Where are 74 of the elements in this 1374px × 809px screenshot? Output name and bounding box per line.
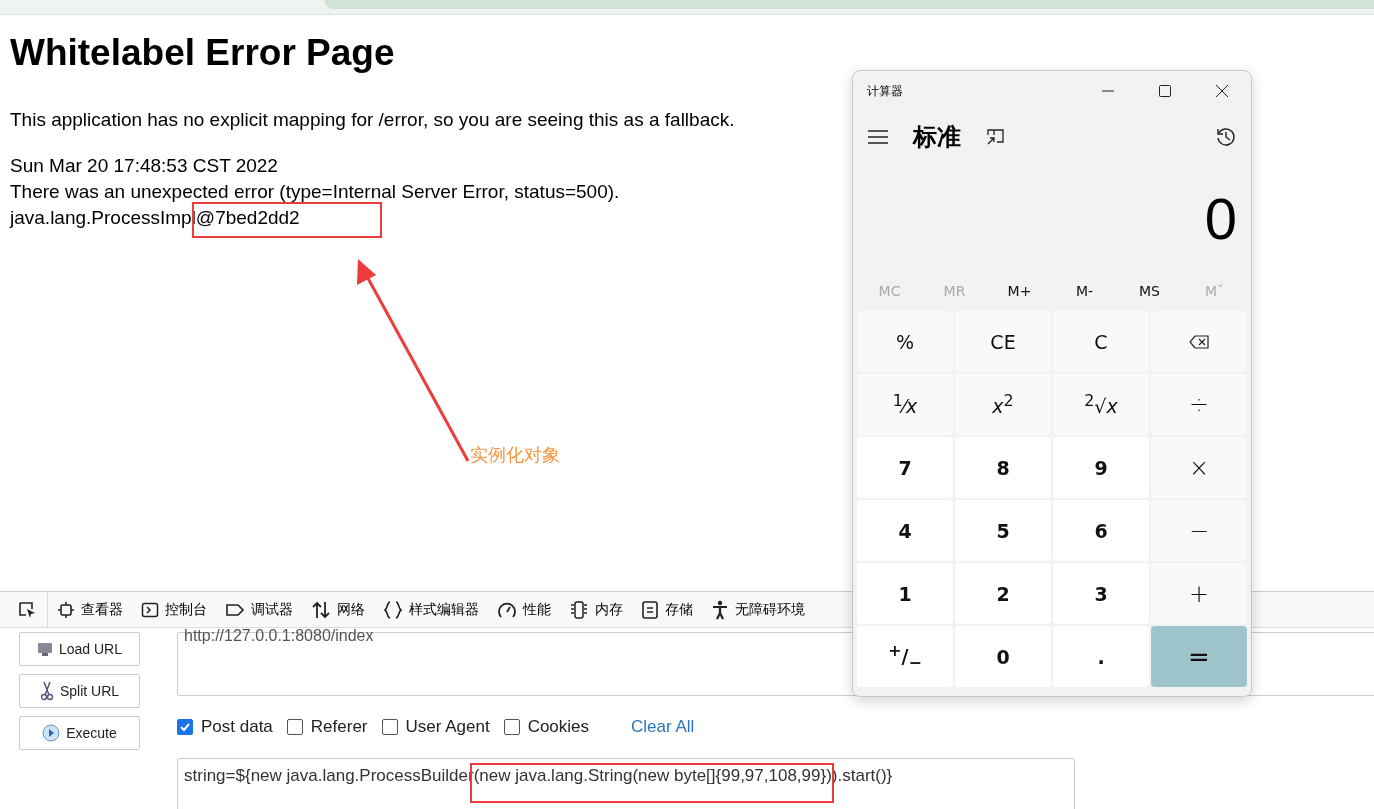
annotation-label: 实例化对象 (470, 444, 560, 467)
close-icon[interactable] (1215, 84, 1229, 98)
function-key[interactable]: C (1053, 311, 1149, 372)
digit-key[interactable]: 6 (1053, 500, 1149, 561)
devtools-tab[interactable]: 样式编辑器 (374, 592, 488, 627)
function-key[interactable]: CE (955, 311, 1051, 372)
devtools-tab[interactable]: 性能 (488, 592, 560, 627)
menu-icon[interactable] (867, 130, 889, 144)
digit-key[interactable]: 9 (1053, 437, 1149, 498)
devtools-tab[interactable]: 无障碍环境 (702, 592, 814, 627)
devtools-tab[interactable]: 内存 (560, 592, 632, 627)
function-key[interactable]: $^{2}$√x (1053, 374, 1149, 435)
digit-key[interactable]: 5 (955, 500, 1051, 561)
digit-key[interactable]: 3 (1053, 563, 1149, 624)
checkbox-label: Referer (310, 717, 368, 737)
operator-key[interactable]: + (1151, 563, 1247, 624)
gauge-icon (497, 600, 517, 619)
devtools-tab[interactable]: 网络 (302, 592, 374, 627)
play-icon (42, 724, 61, 742)
error-message: This application has no explicit mapping for /error, so you are seeing this as a fallback. (10, 108, 736, 132)
operator-key[interactable]: × (1151, 437, 1247, 498)
storage-icon (641, 599, 659, 620)
function-key[interactable]: x$^{2}$ (955, 374, 1051, 435)
checkbox[interactable] (381, 719, 398, 735)
checkbox-label: Cookies (527, 717, 590, 737)
cursor-icon (17, 599, 37, 620)
history-icon[interactable] (1215, 126, 1237, 148)
checkbox[interactable] (286, 719, 303, 735)
monitor-icon (36, 641, 53, 657)
operator-key[interactable]: − (1151, 500, 1247, 561)
memory-button[interactable]: MS (1117, 283, 1182, 299)
braces-icon (383, 599, 403, 620)
memory-chip-icon (569, 599, 589, 620)
function-key[interactable]: $^{1}$⁄x (857, 374, 953, 435)
checkbox-label: User Agent (405, 717, 490, 737)
scissors-icon (39, 681, 54, 701)
memory-button[interactable]: M+ (987, 283, 1052, 299)
checkbox[interactable] (177, 719, 193, 735)
error-detail-line: Sun Mar 20 17:48:53 CST 2022 (10, 155, 278, 176)
devtools-tab[interactable]: 存储 (632, 592, 702, 627)
digit-key[interactable]: $^{+}$/$_{−}$ (857, 626, 953, 687)
digit-key[interactable]: 4 (857, 500, 953, 561)
digit-key[interactable]: 1 (857, 563, 953, 624)
digit-key[interactable]: 8 (955, 437, 1051, 498)
devtools-tab[interactable]: 调试器 (216, 592, 302, 627)
equals-key[interactable]: = (1151, 626, 1247, 687)
backspace-icon (1189, 334, 1209, 349)
devtools-tab[interactable]: 控制台 (132, 592, 216, 627)
digit-key[interactable]: 2 (955, 563, 1051, 624)
digit-key[interactable]: 0 (955, 626, 1051, 687)
devtools-tab[interactable]: 查看器 (48, 592, 132, 627)
load-url-button[interactable]: Load URL (19, 632, 140, 666)
memory-button[interactable]: M- (1052, 283, 1117, 299)
frame-icon (57, 600, 75, 619)
operator-key[interactable]: ÷ (1151, 374, 1247, 435)
accessibility-icon (711, 599, 729, 620)
maximize-icon[interactable] (1158, 84, 1172, 98)
checkbox-label: Post data (201, 717, 273, 737)
clear-all-link[interactable]: Clear All (631, 717, 695, 737)
error-detail-line: There was an unexpected error (type=Internal Server Error, status=500). (10, 181, 620, 202)
display-value: 0 (1203, 184, 1238, 253)
execute-button[interactable]: Execute (19, 716, 140, 750)
window-title: 计算器 (867, 82, 903, 100)
mode-title: 标准 (913, 122, 961, 153)
split-url-button[interactable]: Split URL (19, 674, 140, 708)
keep-on-top-icon[interactable] (985, 128, 1005, 146)
up-down-arrows-icon (311, 599, 331, 620)
digit-key[interactable]: . (1053, 626, 1149, 687)
checkbox[interactable] (503, 719, 520, 735)
digit-key[interactable]: 7 (857, 437, 953, 498)
checkmark-icon (179, 721, 191, 733)
console-icon (141, 600, 159, 619)
page-title: Whitelabel Error Page (10, 31, 396, 75)
function-key[interactable]: % (857, 311, 953, 372)
